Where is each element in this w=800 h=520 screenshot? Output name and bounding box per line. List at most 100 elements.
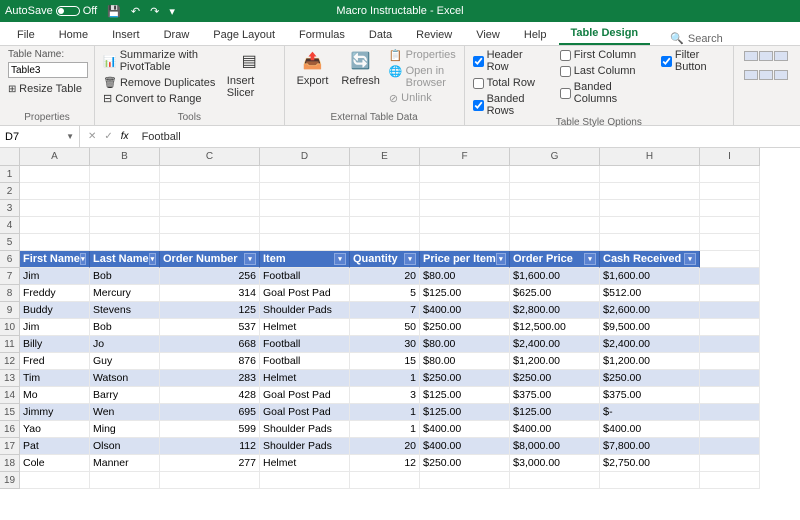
cell[interactable] xyxy=(90,217,160,234)
cell[interactable]: 668 xyxy=(160,336,260,353)
cell[interactable]: 283 xyxy=(160,370,260,387)
cell[interactable] xyxy=(350,183,420,200)
cell[interactable]: $250.00 xyxy=(420,370,510,387)
fx-icon[interactable]: fx xyxy=(121,131,129,142)
cell[interactable] xyxy=(90,183,160,200)
col-header[interactable]: G xyxy=(510,148,600,166)
cell[interactable] xyxy=(510,234,600,251)
tab-insert[interactable]: Insert xyxy=(100,25,152,45)
filter-icon[interactable]: ▾ xyxy=(584,253,596,265)
cell[interactable] xyxy=(700,200,760,217)
select-all-corner[interactable] xyxy=(0,148,20,166)
cell[interactable]: 15 xyxy=(350,353,420,370)
cell[interactable] xyxy=(260,200,350,217)
cell[interactable] xyxy=(160,183,260,200)
search-box[interactable]: 🔍 Search xyxy=(670,32,723,45)
last-col-check[interactable]: Last Column xyxy=(560,65,646,77)
cell[interactable] xyxy=(700,455,760,472)
table-header[interactable]: Last Name▾ xyxy=(90,251,160,268)
filter-icon[interactable]: ▾ xyxy=(684,253,696,265)
cell[interactable]: Helmet xyxy=(260,370,350,387)
spreadsheet-grid[interactable]: A B C D E F G H I 1234567891011121314151… xyxy=(0,148,800,489)
tab-home[interactable]: Home xyxy=(47,25,100,45)
cell[interactable] xyxy=(700,387,760,404)
cell[interactable] xyxy=(260,166,350,183)
cell[interactable] xyxy=(700,302,760,319)
tab-draw[interactable]: Draw xyxy=(152,25,202,45)
cell[interactable]: $2,400.00 xyxy=(600,336,700,353)
remove-duplicates-button[interactable]: 🗑Remove Duplicates xyxy=(103,76,218,89)
tab-review[interactable]: Review xyxy=(404,25,464,45)
row-header[interactable]: 9 xyxy=(0,302,20,319)
cell[interactable] xyxy=(90,166,160,183)
cell[interactable]: Shoulder Pads xyxy=(260,302,350,319)
cell[interactable] xyxy=(700,472,760,489)
row-header[interactable]: 7 xyxy=(0,268,20,285)
cell[interactable]: 125 xyxy=(160,302,260,319)
cell[interactable]: $125.00 xyxy=(420,387,510,404)
cell[interactable]: $8,000.00 xyxy=(510,438,600,455)
cell[interactable]: $625.00 xyxy=(510,285,600,302)
cell[interactable]: $2,800.00 xyxy=(510,302,600,319)
cell[interactable]: 256 xyxy=(160,268,260,285)
row-header[interactable]: 11 xyxy=(0,336,20,353)
cell[interactable]: Jo xyxy=(90,336,160,353)
cell[interactable] xyxy=(510,183,600,200)
table-header[interactable]: Cash Received▾ xyxy=(600,251,700,268)
cell[interactable] xyxy=(160,472,260,489)
cell[interactable] xyxy=(20,183,90,200)
cell[interactable]: Jim xyxy=(20,268,90,285)
cell[interactable] xyxy=(20,200,90,217)
undo-icon[interactable]: ↶ xyxy=(131,5,140,18)
cell[interactable]: 20 xyxy=(350,438,420,455)
cell[interactable]: $400.00 xyxy=(600,421,700,438)
cell[interactable]: $400.00 xyxy=(420,421,510,438)
cell[interactable] xyxy=(600,472,700,489)
cell[interactable] xyxy=(260,217,350,234)
col-header[interactable]: D xyxy=(260,148,350,166)
banded-cols-check[interactable]: Banded Columns xyxy=(560,81,646,105)
row-header[interactable]: 1 xyxy=(0,166,20,183)
cell[interactable]: $2,750.00 xyxy=(600,455,700,472)
filter-icon[interactable]: ▾ xyxy=(244,253,256,265)
cell[interactable]: Mercury xyxy=(90,285,160,302)
cell[interactable]: Watson xyxy=(90,370,160,387)
cell[interactable] xyxy=(700,438,760,455)
cell[interactable] xyxy=(700,336,760,353)
row-header[interactable]: 16 xyxy=(0,421,20,438)
cell[interactable] xyxy=(700,183,760,200)
cell[interactable]: 599 xyxy=(160,421,260,438)
cell[interactable] xyxy=(600,234,700,251)
cell[interactable]: Bob xyxy=(90,319,160,336)
filter-icon[interactable]: ▾ xyxy=(149,253,156,265)
cell[interactable]: Billy xyxy=(20,336,90,353)
cell[interactable]: $250.00 xyxy=(420,455,510,472)
cell[interactable]: Yao xyxy=(20,421,90,438)
cell[interactable] xyxy=(350,217,420,234)
cell[interactable] xyxy=(420,166,510,183)
cell[interactable] xyxy=(260,472,350,489)
row-header[interactable]: 3 xyxy=(0,200,20,217)
cell[interactable] xyxy=(700,353,760,370)
cell[interactable]: Wen xyxy=(90,404,160,421)
cell[interactable]: Shoulder Pads xyxy=(260,421,350,438)
cell[interactable]: $250.00 xyxy=(510,370,600,387)
cell[interactable]: Manner xyxy=(90,455,160,472)
tab-view[interactable]: View xyxy=(464,25,512,45)
cell[interactable] xyxy=(600,217,700,234)
cell[interactable]: $7,800.00 xyxy=(600,438,700,455)
cell[interactable]: 3 xyxy=(350,387,420,404)
cell[interactable] xyxy=(700,404,760,421)
cell[interactable] xyxy=(420,234,510,251)
cell[interactable]: $- xyxy=(600,404,700,421)
cell[interactable]: Goal Post Pad xyxy=(260,404,350,421)
filter-icon[interactable]: ▾ xyxy=(496,253,506,265)
summarize-pivot-button[interactable]: 📊Summarize with PivotTable xyxy=(103,49,218,73)
cell[interactable]: Goal Post Pad xyxy=(260,285,350,302)
cell[interactable]: Goal Post Pad xyxy=(260,387,350,404)
cell[interactable]: Ming xyxy=(90,421,160,438)
cell[interactable]: 314 xyxy=(160,285,260,302)
filter-icon[interactable]: ▾ xyxy=(334,253,346,265)
cell[interactable] xyxy=(700,370,760,387)
cell[interactable] xyxy=(700,421,760,438)
